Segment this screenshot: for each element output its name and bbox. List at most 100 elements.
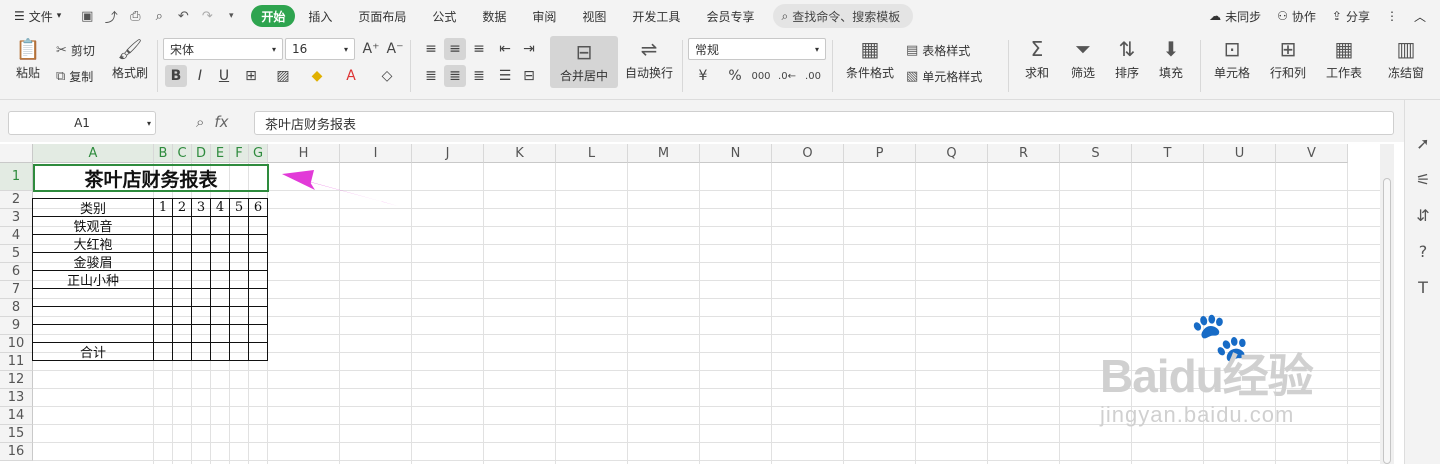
col-header-f[interactable]: F	[230, 144, 249, 163]
transform-icon[interactable]: ⇵	[1405, 206, 1440, 225]
value-cell[interactable]	[210, 234, 230, 253]
tab-home[interactable]: 开始	[251, 5, 296, 27]
value-cell[interactable]	[248, 306, 268, 325]
value-cell[interactable]	[210, 306, 230, 325]
share-button[interactable]: ⇪ 分享	[1332, 8, 1370, 25]
value-cell[interactable]	[191, 288, 211, 307]
value-cell[interactable]	[248, 342, 268, 361]
wrap-text-button[interactable]: ⇌ 自动换行	[622, 38, 676, 81]
value-cell[interactable]	[191, 252, 211, 271]
sync-button[interactable]: ☁ 未同步	[1209, 8, 1261, 25]
row-header-16[interactable]: 16	[0, 443, 33, 461]
collab-button[interactable]: ⚇ 协作	[1277, 8, 1316, 25]
tab-page-layout[interactable]: 页面布局	[345, 5, 419, 27]
thousands-icon[interactable]: 000	[750, 65, 772, 87]
value-cell[interactable]	[153, 252, 173, 271]
decrease-indent-icon[interactable]: ⇤	[494, 38, 516, 60]
row-header-8[interactable]: 8	[0, 299, 33, 317]
tab-formulas[interactable]: 公式	[419, 5, 469, 27]
fx-icon[interactable]: fx	[214, 113, 228, 131]
col-header-t[interactable]: T	[1132, 144, 1204, 163]
customize-chevron-icon[interactable]: ▾	[223, 8, 239, 24]
col-header-e[interactable]: E	[211, 144, 230, 163]
category-cell[interactable]	[32, 288, 154, 307]
value-cell[interactable]	[153, 270, 173, 289]
tab-data[interactable]: 数据	[469, 5, 519, 27]
redo-icon[interactable]: ↷	[199, 8, 215, 24]
vertical-scrollbar[interactable]	[1380, 144, 1394, 464]
decrease-font-icon[interactable]: A⁻	[384, 38, 406, 60]
value-cell[interactable]	[229, 342, 249, 361]
value-cell[interactable]	[153, 288, 173, 307]
value-cell[interactable]	[210, 270, 230, 289]
value-cell[interactable]	[210, 324, 230, 343]
value-cell[interactable]	[229, 234, 249, 253]
value-cell[interactable]	[153, 306, 173, 325]
table-style-button[interactable]: ▤ 表格样式	[906, 42, 970, 59]
value-cell[interactable]	[210, 342, 230, 361]
col-header-c[interactable]: C	[173, 144, 192, 163]
paste-button[interactable]: 📋 粘贴	[10, 38, 46, 81]
value-cell[interactable]	[191, 306, 211, 325]
zoom-search-icon[interactable]: ⌕	[196, 113, 204, 131]
category-cell[interactable]: 类别	[32, 198, 154, 217]
value-cell[interactable]	[229, 324, 249, 343]
tab-insert[interactable]: 插入	[295, 5, 345, 27]
fill-color-icon[interactable]: ◆	[306, 65, 328, 87]
col-header-h[interactable]: H	[268, 144, 340, 163]
align-right-icon[interactable]: ≣	[468, 65, 490, 87]
category-cell[interactable]: 金骏眉	[32, 252, 154, 271]
title-cell-a1[interactable]: 茶叶店财务报表	[33, 164, 269, 192]
row-header-6[interactable]: 6	[0, 263, 33, 281]
distributed-icon[interactable]: ⊟	[518, 65, 540, 87]
justify-icon[interactable]: ☰	[494, 65, 516, 87]
row-header-7[interactable]: 7	[0, 281, 33, 299]
conditional-format-button[interactable]: ▦ 条件格式	[838, 38, 902, 81]
value-cell[interactable]	[172, 270, 192, 289]
increase-indent-icon[interactable]: ⇥	[518, 38, 540, 60]
row-header-14[interactable]: 14	[0, 407, 33, 425]
row-header-3[interactable]: 3	[0, 209, 33, 227]
print-preview-icon[interactable]: ⌕	[151, 8, 167, 24]
value-cell[interactable]	[172, 252, 192, 271]
font-name-select[interactable]: 宋体 ▾	[163, 38, 283, 60]
row-header-12[interactable]: 12	[0, 371, 33, 389]
select-all-corner[interactable]	[0, 144, 33, 163]
more-icon[interactable]: ⋮	[1386, 9, 1398, 23]
row-header-11[interactable]: 11	[0, 353, 33, 371]
align-bottom-icon[interactable]: ≡	[468, 38, 490, 60]
freeze-button[interactable]: ▥ 冻结窗	[1384, 38, 1428, 81]
command-search[interactable]: ⌕ 查找命令、搜索模板	[773, 4, 914, 28]
increase-decimal-icon[interactable]: .0←	[776, 65, 798, 87]
save-icon[interactable]: ▣	[79, 8, 95, 24]
col-header-i[interactable]: I	[340, 144, 412, 163]
bold-icon[interactable]: B	[165, 65, 187, 87]
value-cell[interactable]	[229, 288, 249, 307]
clear-format-icon[interactable]: ◇	[376, 65, 398, 87]
name-box[interactable]: A1 ▾	[8, 111, 156, 135]
col-header-u[interactable]: U	[1204, 144, 1276, 163]
sum-button[interactable]: Σ 求和	[1016, 38, 1058, 81]
help-icon[interactable]: ?	[1405, 242, 1440, 261]
col-header-b[interactable]: B	[154, 144, 173, 163]
category-cell[interactable]: 合计	[32, 342, 154, 361]
undo-icon[interactable]: ↶	[175, 8, 191, 24]
value-cell[interactable]	[172, 288, 192, 307]
value-cell[interactable]	[229, 306, 249, 325]
value-cell[interactable]	[172, 324, 192, 343]
value-cell[interactable]	[191, 324, 211, 343]
value-cell[interactable]	[153, 234, 173, 253]
row-header-5[interactable]: 5	[0, 245, 33, 263]
value-cell[interactable]: 6	[248, 198, 268, 217]
percent-icon[interactable]: %	[724, 65, 746, 87]
tab-developer[interactable]: 开发工具	[619, 5, 693, 27]
value-cell[interactable]	[172, 342, 192, 361]
col-header-p[interactable]: P	[844, 144, 916, 163]
col-header-j[interactable]: J	[412, 144, 484, 163]
cut-button[interactable]: ✂ 剪切	[56, 42, 95, 59]
value-cell[interactable]	[191, 270, 211, 289]
category-cell[interactable]	[32, 306, 154, 325]
value-cell[interactable]: 2	[172, 198, 192, 217]
filter-button[interactable]: ⏷ 筛选	[1062, 38, 1104, 81]
category-cell[interactable]: 正山小种	[32, 270, 154, 289]
